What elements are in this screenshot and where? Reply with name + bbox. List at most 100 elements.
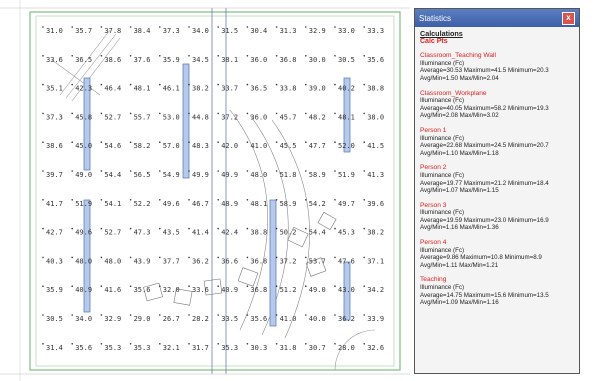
calc-point-value: 45.7 xyxy=(280,113,297,121)
calc-point-value: 39.7 xyxy=(46,171,63,179)
calc-point-value: 38.8 xyxy=(250,229,267,237)
statistics-panel[interactable]: Statistics x Calculations Calc Pts Class… xyxy=(414,8,580,374)
calc-point-marker xyxy=(188,256,190,259)
calc-point-value: 43.9 xyxy=(134,257,151,265)
calc-point-marker xyxy=(188,141,190,143)
floor-plan[interactable]: 31.0 35.7 37.8 38.4 37.3 34.0 31.5 30.4 31.3 32.9… xyxy=(0,0,410,381)
calc-point-marker xyxy=(246,227,249,230)
calc-point-marker xyxy=(159,170,161,172)
calc-point-value: 47.6 xyxy=(338,257,355,265)
stat-block-ratios: Avg/Min=1.16 Max/Min=1.36 xyxy=(420,224,499,232)
calc-point-marker xyxy=(71,112,73,115)
calc-point-value: 36.5 xyxy=(75,56,92,64)
close-button[interactable]: x xyxy=(562,11,575,25)
calc-point-value: 42.0 xyxy=(221,142,238,150)
stat-block: Person 3 Illuminance (Fc) Average=19.59 Ma… xyxy=(420,202,574,232)
calc-point-marker xyxy=(217,314,219,316)
calc-point-value: 32.9 xyxy=(104,315,121,323)
calc-point-value: 31.8 xyxy=(280,344,297,352)
calc-point-marker xyxy=(129,256,132,259)
calc-point-value: 48.0 xyxy=(104,257,121,265)
calc-point-value: 53.0 xyxy=(163,113,180,121)
calc-point-value: 46.1 xyxy=(163,85,180,93)
calc-point-value: 54.4 xyxy=(104,171,121,179)
calc-point-marker xyxy=(363,170,366,172)
stat-block: Person 1 Illuminance (Fc) Average=22.68 Ma… xyxy=(420,127,574,157)
calc-point-value: 26.7 xyxy=(163,315,180,323)
calc-point-marker xyxy=(42,199,44,201)
calc-point-value: 47.7 xyxy=(309,142,326,150)
stat-block-ratios: Avg/Min=1.09 Max/Min=1.16 xyxy=(420,299,499,307)
stat-block-name: Person 4 xyxy=(420,239,447,247)
calc-point-marker xyxy=(42,141,44,143)
calc-point-value: 48.2 xyxy=(309,113,326,121)
calc-point-marker xyxy=(71,83,73,86)
stat-block-values: Average=19.59 Maximum=23.0 Minimum=16.9 xyxy=(420,216,549,224)
calc-point-marker xyxy=(275,227,278,230)
stat-block-values: Average=22.68 Maximum=24.5 Minimum=20.7 xyxy=(420,142,549,150)
calc-point-value: 51.9 xyxy=(338,171,355,179)
stat-block-name: Person 2 xyxy=(420,164,447,172)
calc-point-marker xyxy=(71,26,73,28)
calc-point-marker xyxy=(275,314,278,316)
calc-point-value: 54.2 xyxy=(309,200,326,208)
stat-block: Classroom_Teaching Wall Illuminance (Fc) A… xyxy=(420,52,574,82)
calc-point-marker xyxy=(217,170,219,172)
calc-point-marker xyxy=(188,170,190,172)
calc-point-marker xyxy=(217,199,219,201)
calc-point-value: 38.6 xyxy=(46,142,63,150)
calc-point-value: 42.3 xyxy=(75,85,92,93)
calc-point-marker xyxy=(305,55,307,57)
calc-point-value: 32.9 xyxy=(309,27,326,35)
calc-point-marker xyxy=(100,83,103,86)
calc-point-marker xyxy=(188,199,190,201)
calc-point-marker xyxy=(217,55,219,57)
calc-point-value: 52.7 xyxy=(104,229,121,237)
calc-point-marker xyxy=(42,285,44,288)
calc-point-value: 40.9 xyxy=(75,286,92,294)
calc-point-value: 40.3 xyxy=(46,257,63,265)
calc-point-marker xyxy=(275,256,278,259)
calc-point-marker xyxy=(246,343,249,345)
calc-point-value: 41.0 xyxy=(280,315,297,323)
calc-point-marker xyxy=(334,285,336,288)
calc-point-marker xyxy=(159,83,161,86)
calc-point-marker xyxy=(305,83,307,86)
calc-point-value: 54.6 xyxy=(104,142,121,150)
luminaire[interactable] xyxy=(83,199,91,313)
calc-point-marker xyxy=(42,170,44,172)
calc-point-marker xyxy=(100,199,103,201)
statistics-titlebar[interactable]: Statistics x xyxy=(415,9,579,27)
calc-point-marker xyxy=(42,112,44,115)
calc-point-marker xyxy=(71,227,73,230)
calc-point-value: 48.1 xyxy=(250,200,267,208)
calc-point-marker xyxy=(305,314,307,316)
luminaire[interactable] xyxy=(182,63,190,179)
calc-point-marker xyxy=(217,112,219,115)
calc-point-marker xyxy=(100,343,103,345)
calc-point-value: 42.7 xyxy=(46,229,63,237)
calc-point-value: 38.2 xyxy=(367,229,384,237)
calc-point-marker xyxy=(246,256,249,259)
calc-point-value: 33.7 xyxy=(221,85,238,93)
calc-point-marker xyxy=(42,83,44,86)
calc-point-marker xyxy=(246,199,249,201)
calc-point-marker xyxy=(42,26,44,28)
calc-point-marker xyxy=(334,170,336,172)
calc-point-value: 36.8 xyxy=(280,56,297,64)
calc-point-marker xyxy=(363,256,366,259)
calc-point-marker xyxy=(42,343,44,345)
calc-point-value: 37.3 xyxy=(163,27,180,35)
calc-point-value: 36.8 xyxy=(250,257,267,265)
calc-point-marker xyxy=(129,83,132,86)
calc-point-value: 29.0 xyxy=(134,315,151,323)
calc-point-marker xyxy=(363,26,366,28)
calc-point-marker xyxy=(305,112,307,115)
stat-block-name: Teaching xyxy=(420,276,447,284)
luminaire[interactable] xyxy=(269,199,277,327)
calc-point-marker xyxy=(100,55,103,57)
calc-point-marker xyxy=(334,83,336,86)
calc-point-value: 37.8 xyxy=(104,27,121,35)
calc-point-value: 48.1 xyxy=(338,113,355,121)
calc-point-value: 58.9 xyxy=(280,200,297,208)
